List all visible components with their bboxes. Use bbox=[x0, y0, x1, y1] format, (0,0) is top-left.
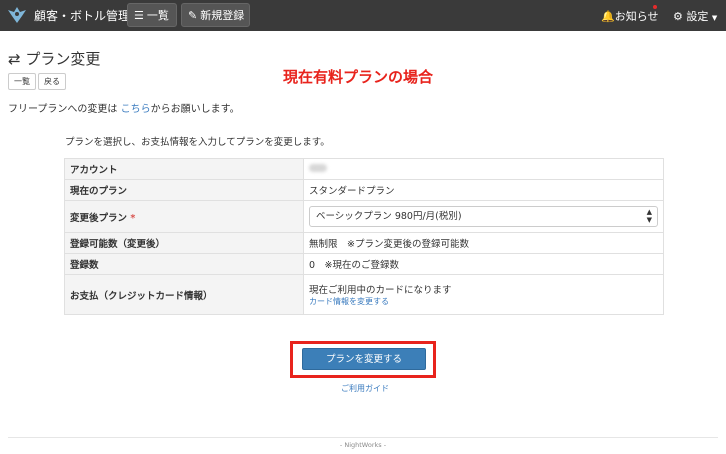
new-plan-label: 変更後プラン * bbox=[64, 200, 304, 233]
back-button[interactable]: 戻る bbox=[38, 73, 66, 90]
account-value bbox=[303, 158, 664, 180]
row-payment: お支払（クレジットカード情報） 現在ご利用中のカードになります カード情報を変更… bbox=[64, 274, 664, 315]
list-icon: ☰ bbox=[134, 9, 144, 22]
free-note-prefix: フリープランへの変更は bbox=[8, 104, 118, 115]
plan-select[interactable]: ベーシックプラン 980円/月(税別) ▲ ▼ bbox=[309, 206, 658, 227]
row-registered: 登録数 0 ※現在のご登録数 bbox=[64, 253, 664, 275]
free-plan-note: フリープランへの変更は こちらからお願いします。 bbox=[8, 100, 240, 115]
top-navbar: 顧客・ボトル管理 ☰ 一覧 ✎ 新規登録 🔔お知らせ ⚙ 設定 ▼ bbox=[0, 0, 726, 31]
page-title-text: プラン変更 bbox=[25, 50, 101, 68]
payment-cell: 現在ご利用中のカードになります カード情報を変更する bbox=[303, 274, 664, 315]
footer-text: - NightWorks - bbox=[339, 441, 387, 449]
capacity-value: 無制限 ※プラン変更後の登録可能数 bbox=[303, 232, 664, 254]
free-plan-link[interactable]: こちら bbox=[121, 104, 151, 115]
new-plan-cell: ベーシックプラン 980円/月(税別) ▲ ▼ bbox=[303, 200, 664, 233]
capacity-label: 登録可能数（変更後） bbox=[64, 232, 304, 254]
select-arrows-icon: ▲ ▼ bbox=[646, 208, 652, 224]
list-button[interactable]: 一覧 bbox=[8, 73, 36, 90]
usage-guide-link[interactable]: ご利用ガイド bbox=[341, 383, 389, 394]
change-card-link[interactable]: カード情報を変更する bbox=[309, 297, 389, 306]
notice-menu[interactable]: 🔔お知らせ bbox=[601, 8, 658, 24]
registered-label: 登録数 bbox=[64, 253, 304, 275]
row-current-plan: 現在のプラン スタンダードプラン bbox=[64, 179, 664, 201]
plan-select-value: ベーシックプラン 980円/月(税別) bbox=[316, 211, 462, 222]
footer-divider bbox=[8, 437, 718, 438]
nav-new-label: 新規登録 bbox=[200, 9, 245, 22]
blurred-account-name bbox=[309, 163, 327, 172]
row-capacity: 登録可能数（変更後） 無制限 ※プラン変更後の登録可能数 bbox=[64, 232, 664, 254]
nav-list-button[interactable]: ☰ 一覧 bbox=[127, 3, 177, 27]
annotation-text: 現在有料プランの場合 bbox=[283, 68, 434, 86]
logo-icon[interactable] bbox=[7, 5, 27, 25]
swap-arrows-icon: ⇄ bbox=[8, 50, 21, 68]
settings-label: 設定 bbox=[686, 10, 709, 23]
row-new-plan: 変更後プラン * ベーシックプラン 980円/月(税別) ▲ ▼ bbox=[64, 200, 664, 233]
current-plan-value: スタンダードプラン bbox=[303, 179, 664, 201]
current-plan-label: 現在のプラン bbox=[64, 179, 304, 201]
instruction-text: プランを選択し、お支払情報を入力してプランを変更します。 bbox=[65, 137, 330, 148]
gear-icon: ⚙ bbox=[673, 10, 683, 23]
notification-dot bbox=[653, 5, 657, 9]
nav-new-button[interactable]: ✎ 新規登録 bbox=[181, 3, 250, 27]
required-mark: * bbox=[130, 212, 136, 224]
app-title[interactable]: 顧客・ボトル管理 bbox=[34, 7, 130, 24]
notice-label: お知らせ bbox=[614, 10, 659, 23]
account-label: アカウント bbox=[64, 158, 304, 180]
caret-down-icon: ▼ bbox=[711, 14, 718, 22]
payment-value: 現在ご利用中のカードになります bbox=[309, 285, 452, 296]
bell-icon: 🔔 bbox=[601, 10, 615, 23]
new-plan-label-text: 変更後プラン bbox=[70, 212, 128, 224]
row-account: アカウント bbox=[64, 158, 664, 180]
plan-form-table: アカウント 現在のプラン スタンダードプラン 変更後プラン * ベーシックプラン… bbox=[64, 158, 664, 315]
free-note-suffix: からお願いします。 bbox=[150, 104, 240, 115]
pencil-icon: ✎ bbox=[188, 9, 198, 22]
page-title: ⇄ プラン変更 bbox=[8, 48, 100, 69]
registered-value: 0 ※現在のご登録数 bbox=[303, 253, 664, 275]
nav-list-label: 一覧 bbox=[146, 9, 169, 22]
highlight-frame bbox=[290, 341, 436, 378]
settings-menu[interactable]: ⚙ 設定 ▼ bbox=[673, 8, 717, 24]
payment-label: お支払（クレジットカード情報） bbox=[64, 274, 304, 315]
